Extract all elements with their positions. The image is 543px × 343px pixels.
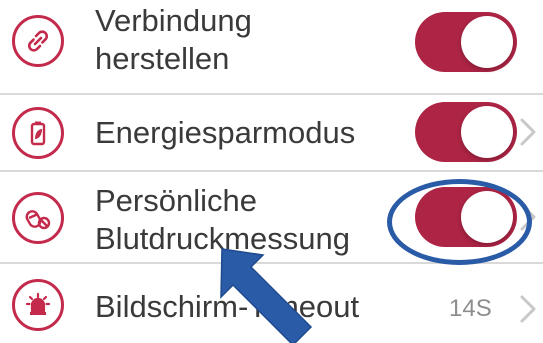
chevron-right-icon — [520, 118, 536, 146]
pointer-arrow-icon — [220, 248, 313, 343]
settings-screen: Verbindung herstellen Energiesparmodus P… — [0, 0, 543, 343]
toggle-knob — [461, 106, 513, 158]
screen-timeout-value: 14S — [449, 295, 492, 322]
highlight-ellipse — [387, 179, 532, 265]
settings-label-connection: Verbindung herstellen — [95, 3, 252, 76]
battery-leaf-icon — [12, 107, 64, 159]
connection-toggle[interactable] — [415, 12, 517, 72]
chevron-right-icon — [520, 295, 536, 323]
pills-icon — [12, 192, 64, 244]
toggle-knob — [461, 16, 513, 68]
power-saving-toggle[interactable] — [415, 102, 517, 162]
alarm-light-icon — [12, 279, 64, 331]
settings-row-power-saving[interactable]: Energiesparmodus — [0, 95, 543, 172]
link-icon — [12, 15, 64, 67]
settings-row-connection[interactable]: Verbindung herstellen — [0, 0, 543, 95]
settings-label-power-saving: Energiesparmodus — [95, 115, 356, 150]
